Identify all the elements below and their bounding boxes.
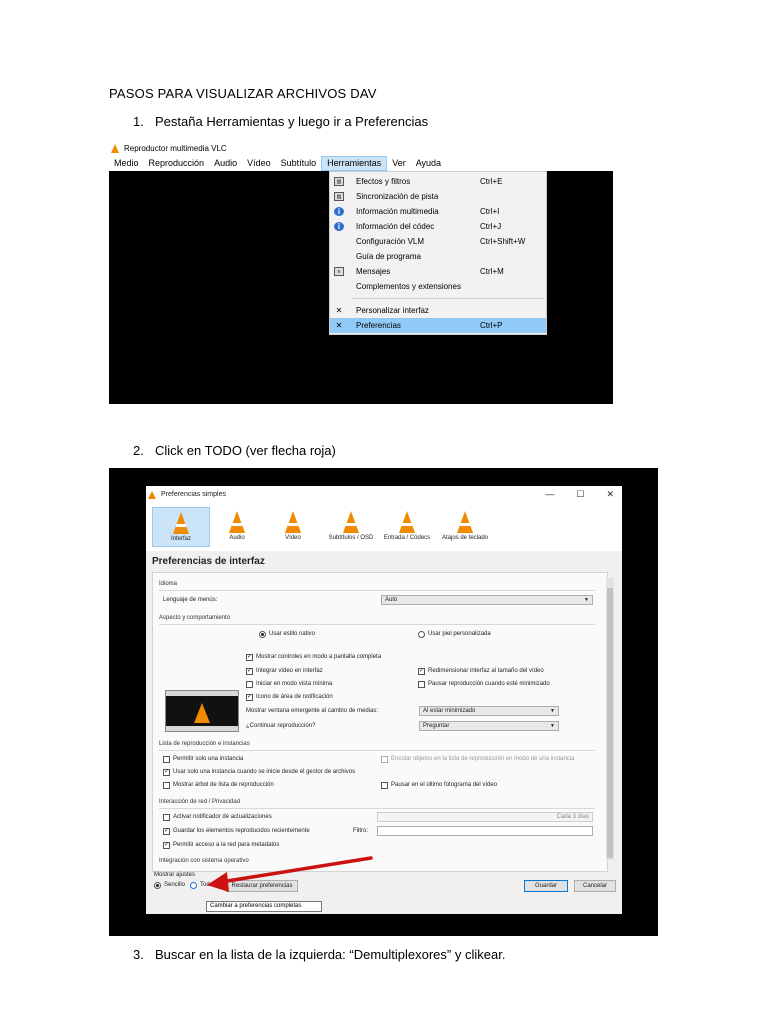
menu-item-preferencias[interactable]: ✕ Preferencias Ctrl+P <box>330 318 546 333</box>
menu-item-label: Configuración VLM <box>356 237 425 246</box>
menu-item-shortcut: Ctrl+Shift+W <box>480 237 526 246</box>
step-3: 3. Buscar en la lista de la izquierda: “D… <box>133 947 505 962</box>
menu-item-shortcut: Ctrl+J <box>480 222 502 231</box>
menu-video[interactable]: Vídeo <box>242 156 276 171</box>
menu-item-efectos[interactable]: ▥ Efectos y filtros Ctrl+E <box>330 174 546 189</box>
menu-item-label: Personalizar interfaz <box>356 306 429 315</box>
menu-item-sincronizacion[interactable]: ▥ Sincronización de pista <box>330 189 546 204</box>
step-text: Buscar en la lista de la izquierda: “Dem… <box>155 947 506 962</box>
menu-medio[interactable]: Medio <box>109 156 144 171</box>
step-number: 3. <box>133 947 144 962</box>
menu-item-complementos[interactable]: Complementos y extensiones <box>330 279 546 294</box>
vlc-cone-icon <box>111 143 119 153</box>
info-icon: i <box>334 207 344 216</box>
menu-ayuda[interactable]: Ayuda <box>411 156 446 171</box>
menu-item-shortcut: Ctrl+I <box>480 207 500 216</box>
red-arrow-icon <box>207 856 373 892</box>
prefs-screenshot: Preferencias simples — ☐ ✕ Interfaz Audi… <box>109 468 658 936</box>
vlc-screenshot: Reproductor multimedia VLC Medio Reprodu… <box>109 140 613 404</box>
menu-ver[interactable]: Ver <box>387 156 411 171</box>
menu-item-shortcut: Ctrl+M <box>480 267 504 276</box>
menu-item-personalizar[interactable]: ✕ Personalizar interfaz <box>330 303 546 318</box>
vlc-window-title: Reproductor multimedia VLC <box>124 143 227 153</box>
step-1: 1. Pestaña Herramientas y luego ir a Pref… <box>133 114 428 129</box>
step-text: Click en TODO (ver flecha roja) <box>155 443 336 458</box>
menu-item-info-multimedia[interactable]: i Información multimedia Ctrl+I <box>330 204 546 219</box>
messages-icon: ≡ <box>334 267 344 276</box>
menu-item-label: Efectos y filtros <box>356 177 411 186</box>
step-text: Pestaña Herramientas y luego ir a Prefer… <box>155 114 429 129</box>
vlc-menubar: Medio Reproducción Audio Vídeo Subtítulo… <box>109 156 613 171</box>
menu-item-label: Mensajes <box>356 267 391 276</box>
menu-item-shortcut: Ctrl+E <box>480 177 503 186</box>
menu-item-label: Complementos y extensiones <box>356 282 461 291</box>
equalizer-icon: ▥ <box>334 177 344 186</box>
herramientas-dropdown: ▥ Efectos y filtros Ctrl+E ▥ Sincronizac… <box>329 171 547 335</box>
menu-item-info-codec[interactable]: i Información del códec Ctrl+J <box>330 219 546 234</box>
equalizer-icon: ▥ <box>334 192 344 201</box>
document-title: PASOS PARA VISUALIZAR ARCHIVOS DAV <box>109 86 377 101</box>
menu-item-label: Preferencias <box>356 321 401 330</box>
info-icon: i <box>334 222 344 231</box>
menu-item-label: Sincronización de pista <box>356 192 439 201</box>
menu-reproduccion[interactable]: Reproducción <box>144 156 210 171</box>
step-number: 2. <box>133 443 144 458</box>
tools-icon: ✕ <box>335 306 343 315</box>
tools-icon: ✕ <box>335 321 343 330</box>
menu-item-label: Guía de programa <box>356 252 421 261</box>
step-2: 2. Click en TODO (ver flecha roja) <box>133 443 336 458</box>
step-number: 1. <box>133 114 144 129</box>
menu-separator <box>352 298 544 299</box>
menu-item-mensajes[interactable]: ≡ Mensajes Ctrl+M <box>330 264 546 279</box>
menu-item-shortcut: Ctrl+P <box>480 321 503 330</box>
menu-item-guia[interactable]: Guía de programa <box>330 249 546 264</box>
menu-subtitulo[interactable]: Subtítulo <box>276 156 322 171</box>
menu-audio[interactable]: Audio <box>209 156 242 171</box>
menu-item-label: Información multimedia <box>356 207 439 216</box>
menu-item-vlm[interactable]: Configuración VLM Ctrl+Shift+W <box>330 234 546 249</box>
menu-item-label: Información del códec <box>356 222 435 231</box>
menu-herramientas[interactable]: Herramientas <box>321 156 388 171</box>
vlc-titlebar: Reproductor multimedia VLC <box>109 140 613 156</box>
